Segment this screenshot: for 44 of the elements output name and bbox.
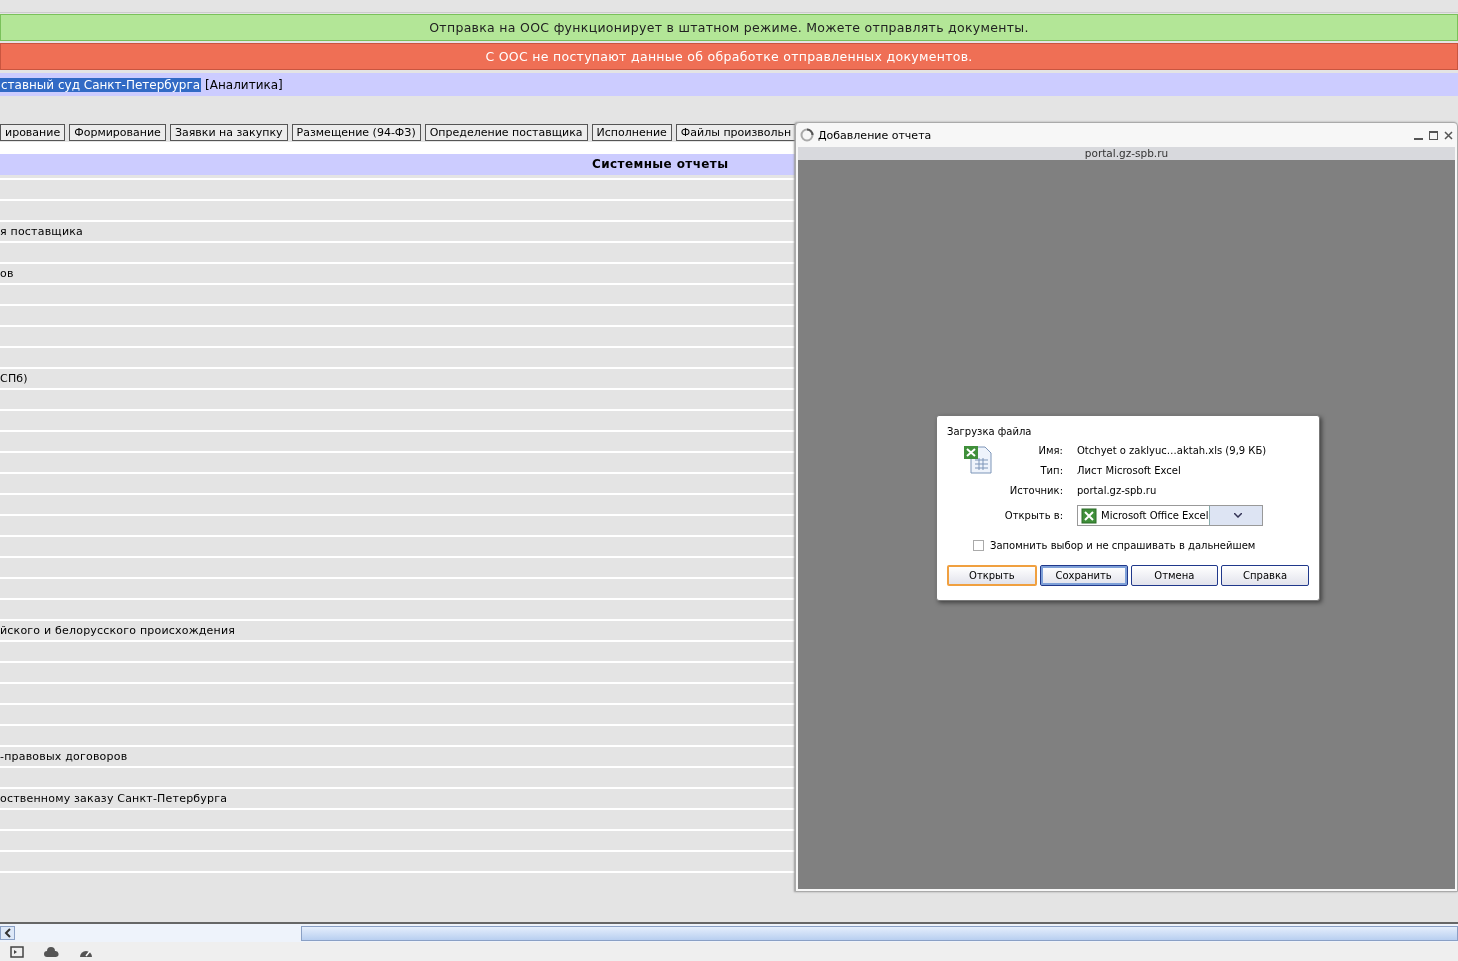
checkbox[interactable] bbox=[973, 540, 984, 551]
address-bar: portal.gz-spb.ru bbox=[798, 147, 1455, 160]
field-value: portal.gz-spb.ru bbox=[1077, 484, 1158, 498]
report-link[interactable]: ов bbox=[0, 267, 14, 280]
dialog-title: Загрузка файла bbox=[947, 426, 1033, 437]
spreadsheet-icon bbox=[1081, 507, 1097, 524]
window-title: Добавление отчета bbox=[818, 128, 933, 142]
dialog-button[interactable]: Сохранить bbox=[1039, 565, 1128, 586]
cloud-icon[interactable] bbox=[44, 946, 59, 957]
dialog-button[interactable]: Справка bbox=[1221, 565, 1309, 586]
tab[interactable]: Формирование bbox=[69, 124, 166, 141]
report-link[interactable]: я поставщика bbox=[0, 225, 83, 238]
tab[interactable]: ирование bbox=[0, 124, 66, 141]
tab[interactable]: Размещение (94-ФЗ) bbox=[291, 124, 421, 141]
field-label: Имя: bbox=[1037, 444, 1064, 458]
organization-name: ставный суд Санкт-Петербурга bbox=[0, 77, 202, 92]
field-label: Открыть в: bbox=[1003, 508, 1064, 523]
application-dropdown[interactable]: Microsoft Office Excel bbox=[1077, 505, 1263, 526]
checkbox-label: Запомнить выбор и не спрашивать в дальнейшем bbox=[990, 540, 1256, 551]
dialog-button[interactable]: Отмена bbox=[1130, 565, 1219, 586]
field-label: Источник: bbox=[1008, 484, 1064, 498]
tab[interactable]: Определение поставщика bbox=[424, 124, 588, 141]
report-link[interactable]: оственному заказу Санкт-Петербурга bbox=[0, 792, 228, 805]
tab[interactable]: Заявки на закупку bbox=[169, 124, 288, 141]
status-banner: Отправка на ООС функционирует в штатном режиме. Можете отправлять документы. bbox=[0, 14, 1458, 41]
panel-icon[interactable] bbox=[10, 945, 24, 958]
maximize-icon[interactable] bbox=[1429, 130, 1438, 140]
loading-icon bbox=[800, 128, 814, 142]
status-banner: С ООС не поступают данные об обработке отправленных документов. bbox=[0, 43, 1458, 70]
field-label: Тип: bbox=[1039, 464, 1064, 478]
close-icon[interactable] bbox=[1444, 130, 1453, 140]
tab[interactable]: Исполнение bbox=[591, 124, 672, 141]
scrollbar-thumb[interactable] bbox=[301, 926, 1458, 941]
report-link[interactable]: -правовых договоров bbox=[0, 750, 128, 763]
tab[interactable]: Файлы произвольн bbox=[675, 124, 795, 141]
scroll-left-button[interactable] bbox=[0, 926, 15, 940]
spreadsheet-file-icon bbox=[963, 444, 995, 476]
report-link[interactable]: СПб) bbox=[0, 372, 28, 385]
field-value: Otchyet o zaklyuc…aktah.xls (9,9 КБ) bbox=[1077, 444, 1268, 458]
report-link[interactable]: йского и белорусского происхождения bbox=[0, 624, 236, 637]
section-label: [Аналитика] bbox=[205, 77, 283, 92]
dialog-button[interactable]: Открыть bbox=[947, 565, 1037, 586]
table-title: Системные отчеты bbox=[592, 157, 729, 171]
field-value: Лист Microsoft Excel bbox=[1077, 464, 1182, 478]
